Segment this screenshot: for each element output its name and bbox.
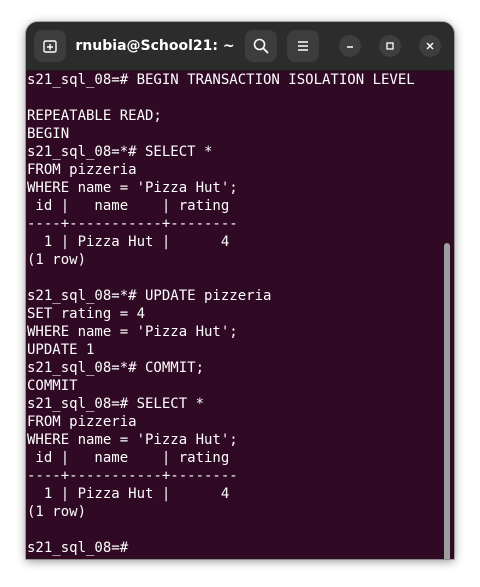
hamburger-menu-icon <box>298 41 308 51</box>
terminal-line: (1 row) <box>27 504 87 520</box>
terminal-line: s21_sql_08=*# COMMIT; <box>27 360 205 376</box>
maximize-button[interactable] <box>379 35 401 57</box>
minimize-button[interactable] <box>339 35 361 57</box>
terminal-line: 1 | Pizza Hut | 4 <box>27 234 230 250</box>
terminal-line: FROM pizzeria <box>27 414 137 430</box>
window-title: rnubia@School21: ~ <box>75 38 235 54</box>
terminal-output[interactable]: s21_sql_08=# BEGIN TRANSACTION ISOLATION… <box>26 71 454 559</box>
terminal-line: WHERE name = 'Pizza Hut'; <box>27 180 238 196</box>
terminal-line: COMMIT <box>27 378 78 394</box>
terminal-line: s21_sql_08=*# UPDATE pizzeria <box>27 288 272 304</box>
close-button[interactable] <box>419 35 441 57</box>
terminal-lines: s21_sql_08=# BEGIN TRANSACTION ISOLATION… <box>27 71 415 557</box>
terminal-line: UPDATE 1 <box>27 342 95 358</box>
terminal-line: s21_sql_08=# BEGIN TRANSACTION ISOLATION… <box>27 72 415 88</box>
scrollbar[interactable] <box>444 243 450 559</box>
minimize-icon <box>347 46 353 48</box>
titlebar: rnubia@School21: ~ <box>26 22 454 71</box>
terminal-line: 1 | Pizza Hut | 4 <box>27 486 230 502</box>
terminal-line: ----+-----------+-------- <box>27 216 238 232</box>
close-icon <box>426 42 434 50</box>
terminal-line: id | name | rating <box>27 450 230 466</box>
new-tab-icon <box>43 40 57 53</box>
terminal-line: s21_sql_08=# SELECT * <box>27 396 205 412</box>
terminal-line: WHERE name = 'Pizza Hut'; <box>27 324 238 340</box>
terminal-line: WHERE name = 'Pizza Hut'; <box>27 432 238 448</box>
terminal-line: FROM pizzeria <box>27 162 137 178</box>
maximize-icon <box>386 42 394 50</box>
terminal-line: BEGIN <box>27 126 70 142</box>
terminal-line: ----+-----------+-------- <box>27 468 238 484</box>
search-icon <box>253 38 269 54</box>
terminal-window: rnubia@School21: ~ s21_sql_08=# BEGIN TR… <box>26 22 454 559</box>
new-tab-button[interactable] <box>34 30 66 62</box>
search-button[interactable] <box>245 30 277 62</box>
terminal-line: s21_sql_08=*# SELECT * <box>27 144 213 160</box>
terminal-line: REPEATABLE READ; <box>27 108 162 124</box>
terminal-line: (1 row) <box>27 252 87 268</box>
terminal-line: id | name | rating <box>27 198 230 214</box>
menu-button[interactable] <box>287 30 319 62</box>
terminal-line: SET rating = 4 <box>27 306 146 322</box>
terminal-prompt[interactable]: s21_sql_08=# <box>27 539 415 557</box>
